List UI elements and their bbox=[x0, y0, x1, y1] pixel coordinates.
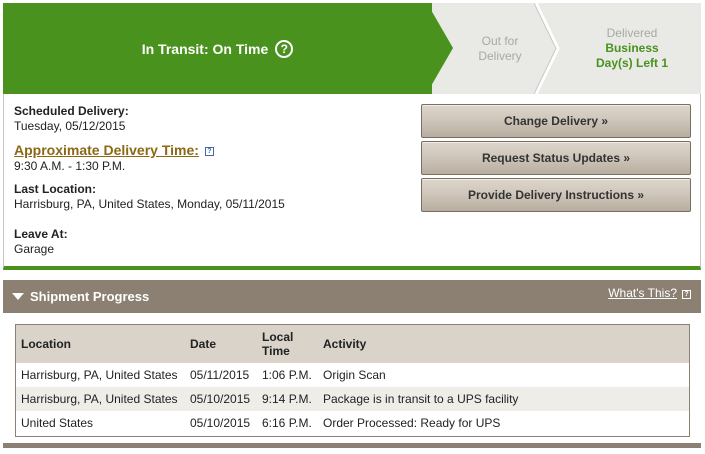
help-icon[interactable]: ? bbox=[275, 39, 294, 58]
business-days-left: Day(s) Left 1 bbox=[595, 56, 669, 70]
cell-date: 05/11/2015 bbox=[190, 368, 250, 382]
shipment-progress-section: Shipment Progress What's This? ? Locatio… bbox=[3, 280, 701, 448]
last-location: Last Location: Harrisburg, PA, United St… bbox=[14, 182, 285, 212]
collapse-arrow-icon[interactable] bbox=[12, 293, 24, 300]
step-out-line2: Delivery bbox=[478, 48, 522, 63]
cell-location: Harrisburg, PA, United States bbox=[21, 368, 178, 382]
shipment-progress-title[interactable]: Shipment Progress bbox=[30, 280, 149, 313]
whats-this-link[interactable]: What's This? bbox=[608, 286, 677, 300]
cell-time: 6:16 P.M. bbox=[262, 416, 312, 430]
column-header-activity: Activity bbox=[318, 325, 689, 363]
column-header-location: Location bbox=[16, 325, 185, 363]
status-current-label: In Transit: On Time bbox=[141, 40, 269, 57]
approximate-delivery-time: Approximate Delivery Time:? 9:30 A.M. - … bbox=[14, 142, 214, 174]
cell-date: 05/10/2015 bbox=[190, 416, 251, 430]
table-header-row: Location Date Local Time Activity bbox=[16, 325, 689, 363]
change-delivery-button[interactable]: Change Delivery » bbox=[421, 104, 691, 138]
step-delivered-line1: Delivered bbox=[606, 26, 658, 40]
cell-date: 05/10/2015 bbox=[185, 387, 257, 411]
cell-activity: Order Processed: Ready for UPS bbox=[323, 416, 501, 430]
request-status-updates-button[interactable]: Request Status Updates » bbox=[421, 141, 691, 175]
approximate-delivery-time-link[interactable]: Approximate Delivery Time: bbox=[14, 142, 199, 158]
cell-time: 1:06 P.M. bbox=[262, 368, 312, 382]
step-delivered: Delivered Business Day(s) Left 1 bbox=[563, 3, 701, 94]
step-out-line1: Out for bbox=[481, 33, 519, 48]
step-out-for-delivery: Out for Delivery bbox=[458, 3, 542, 94]
shipment-progress-table: Location Date Local Time Activity Harris… bbox=[15, 324, 690, 437]
cell-time: 9:14 P.M. bbox=[257, 387, 318, 411]
column-header-date: Date bbox=[185, 325, 257, 363]
status-current-title: In Transit: On Time ? bbox=[3, 3, 432, 94]
table-row: United States 05/10/2015 6:16 P.M. Order… bbox=[16, 411, 689, 435]
table-row: Harrisburg, PA, United States 05/11/2015… bbox=[16, 363, 689, 387]
leave-at-value: Garage bbox=[14, 242, 55, 256]
leave-at-label: Leave At: bbox=[14, 227, 68, 241]
provide-delivery-instructions-button[interactable]: Provide Delivery Instructions » bbox=[421, 178, 691, 212]
leave-at: Leave At: Garage bbox=[14, 227, 68, 257]
approximate-delivery-time-value: 9:30 A.M. - 1:30 P.M. bbox=[14, 159, 126, 173]
column-header-local-time: Local Time bbox=[257, 325, 318, 363]
cell-location: Harrisburg, PA, United States bbox=[16, 387, 185, 411]
cell-activity: Package is in transit to a UPS facility bbox=[318, 387, 689, 411]
scheduled-delivery-label: Scheduled Delivery: bbox=[14, 104, 129, 118]
scheduled-delivery: Scheduled Delivery: Tuesday, 05/12/2015 bbox=[14, 104, 129, 134]
last-location-value: Harrisburg, PA, United States, Monday, 0… bbox=[14, 197, 285, 211]
shipment-progress-header[interactable]: Shipment Progress What's This? ? bbox=[3, 280, 701, 313]
help-icon[interactable]: ? bbox=[682, 290, 691, 299]
delivery-details-panel: Scheduled Delivery: Tuesday, 05/12/2015 … bbox=[3, 94, 701, 270]
last-location-label: Last Location: bbox=[14, 182, 97, 196]
help-icon[interactable]: ? bbox=[204, 147, 214, 157]
cell-location: United States bbox=[21, 416, 94, 430]
business-days-label: Business bbox=[605, 41, 659, 55]
scheduled-delivery-value: Tuesday, 05/12/2015 bbox=[14, 119, 126, 133]
table-row: Harrisburg, PA, United States 05/10/2015… bbox=[16, 387, 689, 411]
cell-activity: Origin Scan bbox=[323, 368, 386, 382]
delivery-status-bar: In Transit: On Time ? Out for Delivery D… bbox=[3, 3, 701, 94]
